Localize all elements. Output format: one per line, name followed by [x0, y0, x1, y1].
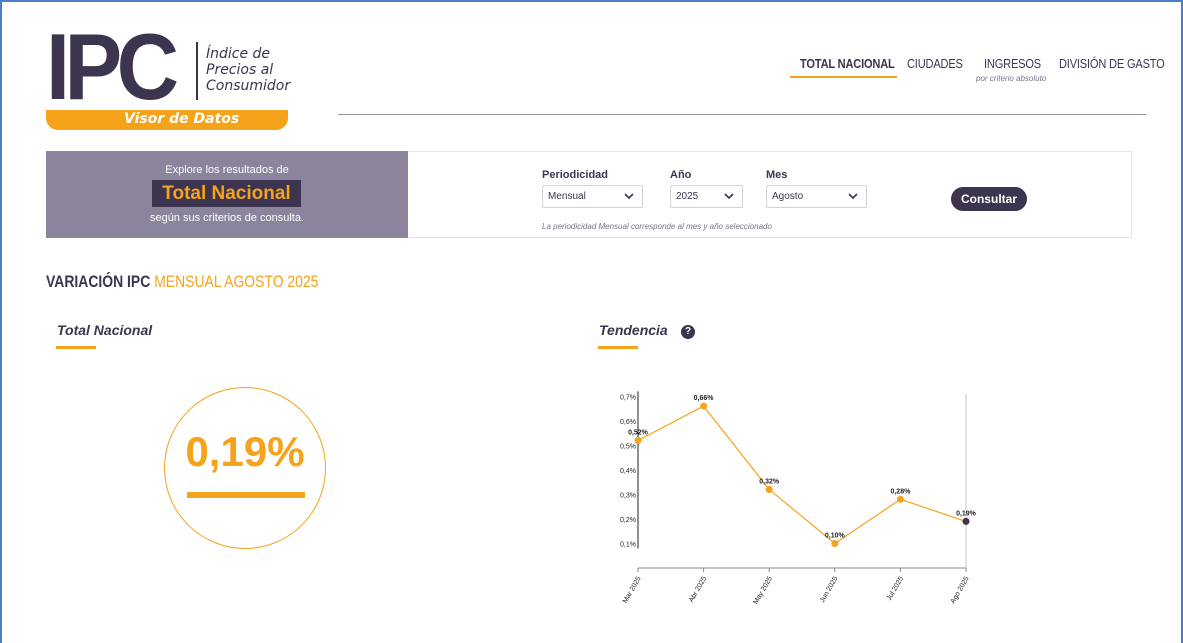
- y-tick-label: 0,2%: [620, 517, 636, 524]
- value-underline: [187, 492, 305, 498]
- tendencia-heading: Tendencia: [599, 322, 668, 338]
- logo-band-label: Visor de Datos: [124, 111, 240, 127]
- total-nacional-heading: Total Nacional: [57, 322, 153, 338]
- data-point: [831, 539, 839, 547]
- data-label: 0,52%: [628, 429, 649, 436]
- series-line: [637, 405, 967, 545]
- x-tick-label: Jul 2025: [886, 575, 905, 602]
- x-tick-label: May 2025: [752, 575, 773, 605]
- mes-label: Mes: [766, 169, 788, 181]
- trend-line-chart: 0,1% 0,2% 0,3% 0,4% 0,5% 0,6% 0,7% Mar 2025 Abr …: [620, 391, 977, 606]
- data-label: 0,66%: [694, 395, 715, 402]
- explore-intro: Explore los resultados de: [165, 164, 289, 176]
- tendencia-underline: [598, 346, 638, 349]
- y-tick-label: 0,7%: [620, 394, 636, 401]
- consultar-button[interactable]: Consultar: [951, 187, 1027, 211]
- logo-line-1: Índice de: [206, 46, 271, 62]
- data-label: 0,32%: [759, 478, 780, 485]
- chevron-down-icon: [724, 193, 734, 200]
- header-divider: [338, 114, 1146, 115]
- ipc-logo[interactable]: IPC Índice de Precios al Consumidor Viso…: [46, 14, 296, 132]
- nav-ciudades[interactable]: CIUDADES: [907, 56, 963, 71]
- logo-acronym: IPC: [46, 14, 179, 119]
- y-tick-label: 0,3%: [620, 492, 636, 499]
- chevron-down-icon: [848, 193, 858, 200]
- logo-text: Índice de Precios al Consumidor: [206, 46, 290, 94]
- data-point: [765, 485, 773, 493]
- x-tick-label: Ago 2025: [950, 575, 971, 605]
- logo-line-3: Consumidor: [206, 78, 291, 94]
- periodicidad-select[interactable]: Mensual: [542, 185, 643, 208]
- nav-active-underline: [790, 76, 897, 78]
- section-title-accent: MENSUAL AGOSTO 2025: [154, 272, 319, 291]
- data-label: 0,19%: [956, 510, 977, 517]
- total-nacional-underline: [56, 346, 96, 349]
- y-tick-label: 0,6%: [620, 419, 636, 426]
- x-tick-label: Abr 2025: [688, 575, 708, 603]
- y-tick-label: 0,1%: [620, 541, 636, 548]
- y-tick-label: 0,5%: [620, 443, 636, 450]
- data-point: [962, 517, 970, 525]
- section-title: VARIACIÓN IPC MENSUAL AGOSTO 2025: [46, 272, 318, 292]
- ipc-variation-value: 0,19%: [185, 428, 305, 475]
- explore-banner: Explore los resultados de Total Nacional…: [46, 151, 408, 238]
- logo-line-2: Precios al: [206, 62, 274, 78]
- value-circle: 0,19%: [164, 387, 326, 549]
- nav-ingresos-subtitle: por criterio absoluto: [976, 74, 1047, 83]
- data-point: [634, 436, 642, 444]
- logo-band: Visor de Datos: [46, 110, 288, 130]
- nav-total-nacional[interactable]: TOTAL NACIONAL: [800, 56, 895, 71]
- section-title-strong: VARIACIÓN IPC: [46, 272, 151, 291]
- data-label: 0,10%: [825, 532, 846, 539]
- anio-label: Año: [670, 169, 692, 181]
- y-tick-label: 0,4%: [620, 468, 636, 475]
- data-point: [700, 402, 708, 410]
- nav-division-de-gasto[interactable]: DIVISIÓN DE GASTO: [1059, 56, 1165, 71]
- data-point: [896, 495, 904, 503]
- periodicidad-label: Periodicidad: [542, 169, 609, 181]
- periodicidad-value: Mensual: [548, 191, 586, 202]
- mes-select[interactable]: Agosto: [766, 185, 867, 208]
- logo-separator: [196, 42, 198, 100]
- explore-title: Total Nacional: [152, 180, 301, 207]
- data-label: 0,28%: [890, 488, 911, 495]
- chevron-down-icon: [624, 193, 634, 200]
- explore-outro: según sus criterios de consulta.: [149, 212, 305, 224]
- anio-select[interactable]: 2025: [670, 185, 743, 208]
- x-tick-label: Jun 2025: [819, 575, 840, 604]
- anio-value: 2025: [676, 191, 699, 202]
- query-form: Periodicidad Mensual Año 2025 Mes Agosto…: [408, 151, 1132, 238]
- help-icon[interactable]: ?: [681, 325, 695, 339]
- x-tick-label: Mar 2025: [622, 575, 643, 604]
- mes-value: Agosto: [772, 191, 804, 202]
- periodicity-note: La periodicidad Mensual corresponde al m…: [542, 222, 772, 231]
- nav-ingresos[interactable]: INGRESOS: [984, 56, 1041, 71]
